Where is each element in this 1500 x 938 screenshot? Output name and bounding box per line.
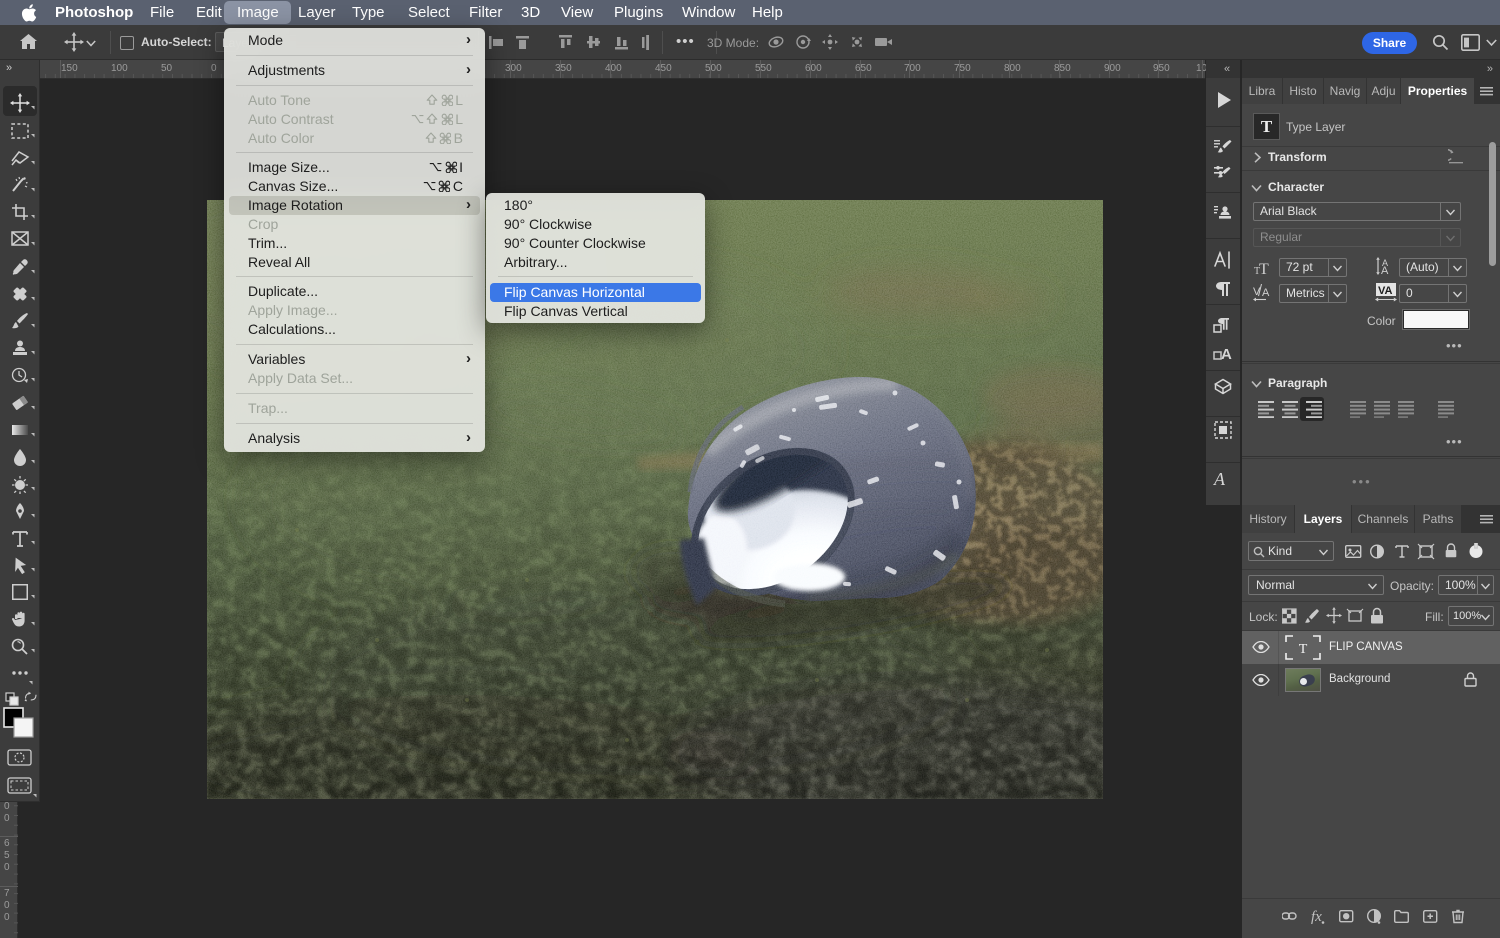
svg-text:A: A: [1262, 287, 1270, 299]
svg-text:VA: VA: [1378, 285, 1393, 297]
svg-text:fx: fx: [1311, 909, 1322, 925]
svg-text:A: A: [1221, 346, 1232, 363]
svg-text:T: T: [1259, 261, 1269, 275]
svg-text:A: A: [1213, 469, 1226, 489]
svg-text:A: A: [1381, 265, 1389, 275]
svg-text:T: T: [1299, 642, 1308, 657]
